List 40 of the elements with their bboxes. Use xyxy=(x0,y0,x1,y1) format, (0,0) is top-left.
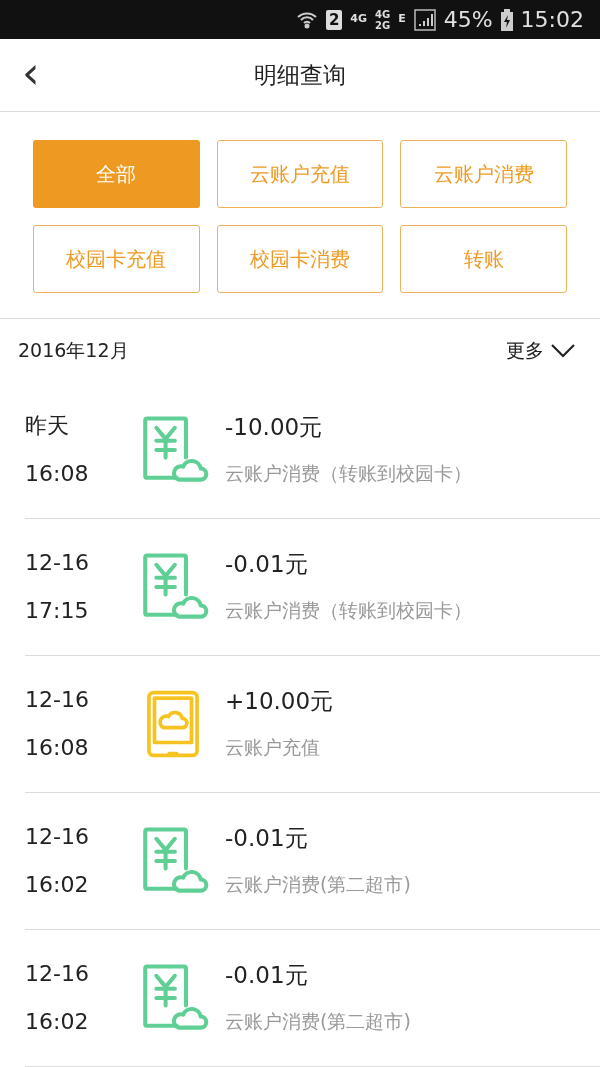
record-row[interactable]: 12-16 17:15 -0.01元 云账户消费（转账到校园卡） xyxy=(25,519,600,656)
record-time: 16:08 xyxy=(25,460,90,488)
record-description: 云账户充值 xyxy=(225,735,321,760)
record-amount: -0.01元 xyxy=(225,550,309,579)
record-description: 云账户消费(第二超市) xyxy=(225,1009,411,1034)
record-time: 17:15 xyxy=(25,597,90,625)
sim-badge: 2 xyxy=(325,9,343,30)
record-description: 云账户消费（转账到校园卡） xyxy=(225,461,472,486)
month-label: 2016年12月 xyxy=(18,338,129,364)
wifi-icon xyxy=(295,9,318,30)
record-date: 12-16 xyxy=(25,823,90,851)
network-label: 2G xyxy=(375,19,391,31)
battery-icon xyxy=(500,8,513,31)
more-button[interactable]: 更多 xyxy=(506,336,576,365)
record-row[interactable]: 昨天 16:08 -10.00元 云账户消费（转账到校园卡） xyxy=(25,382,600,519)
clock: 15:02 xyxy=(520,6,584,35)
network-label: 4G xyxy=(350,11,367,28)
record-time: 16:02 xyxy=(25,871,90,899)
chevron-down-icon xyxy=(550,342,576,359)
record-time: 16:02 xyxy=(25,1008,90,1036)
record-date: 12-16 xyxy=(25,549,90,577)
network-label: 4G xyxy=(375,8,391,20)
record-date: 12-16 xyxy=(25,686,90,714)
record-amount: -10.00元 xyxy=(225,413,324,442)
battery-percent: 45% xyxy=(443,6,493,35)
record-row[interactable]: 12-16 16:08 +10.00元 云账户充值 xyxy=(25,656,600,793)
record-row[interactable]: 12-16 16:02 -0.01元 云账户消费(第二超市) xyxy=(25,930,600,1067)
record-amount: -0.01元 xyxy=(225,824,309,853)
record-time: 16:08 xyxy=(25,734,90,762)
record-amount: +10.00元 xyxy=(225,687,334,716)
record-description: 云账户消费（转账到校园卡） xyxy=(225,598,472,623)
signal-icon xyxy=(413,8,436,31)
record-row[interactable]: 12-16 16:02 -0.01元 云账户消费(第二超市) xyxy=(25,793,600,930)
record-description: 云账户消费(第二超市) xyxy=(225,872,411,897)
network-label: E xyxy=(398,11,406,28)
page-title: 明细查询 xyxy=(254,60,346,90)
record-date: 12-16 xyxy=(25,960,90,988)
record-date: 昨天 xyxy=(25,412,70,440)
record-amount: -0.01元 xyxy=(225,961,309,990)
back-button[interactable]: ‹ xyxy=(22,51,40,96)
